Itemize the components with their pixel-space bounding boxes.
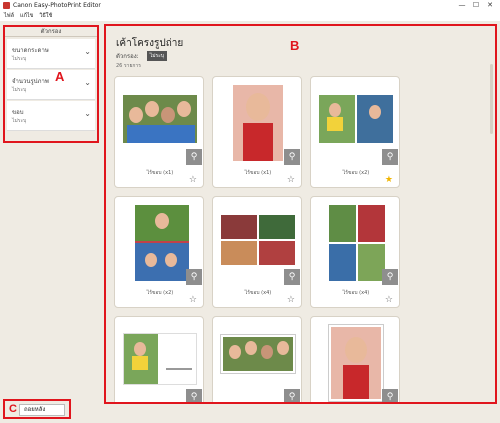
magnifier-icon: ⚲ <box>288 272 296 282</box>
filter-value: ไม่ระบุ <box>12 56 27 62</box>
layout-thumbnail <box>123 333 197 385</box>
menu-file[interactable]: ไฟล์ <box>4 11 14 21</box>
star-icon[interactable]: ★ <box>385 175 393 185</box>
magnifier-icon: ⚲ <box>288 392 296 402</box>
back-button[interactable]: ถอยหลัง <box>19 404 65 416</box>
star-icon[interactable]: ☆ <box>189 175 197 185</box>
layout-card[interactable]: ⚲ ไร้ขอบ (x1) ☆ <box>114 76 204 188</box>
scrollbar[interactable] <box>490 64 493 134</box>
zoom-button[interactable]: ⚲ <box>382 389 398 402</box>
magnifier-icon: ⚲ <box>190 392 198 402</box>
filter-box: ตัวกรอง ขนาดกระดาษ ไม่ระบุ ⌄ จำนวนรูปภาพ… <box>3 25 99 143</box>
magnifier-icon: ⚲ <box>386 152 394 162</box>
magnifier-icon: ⚲ <box>190 152 198 162</box>
filter-value: ไม่ระบุ <box>12 87 27 93</box>
maximize-button[interactable]: ☐ <box>469 0 483 11</box>
layout-thumbnail <box>328 324 384 402</box>
window-title: Canon Easy-PhotoPrint Editor <box>13 2 101 9</box>
layout-card[interactable]: ⚲ <box>114 316 204 402</box>
magnifier-icon: ⚲ <box>288 152 296 162</box>
star-icon[interactable]: ☆ <box>385 295 393 305</box>
back-box: C ถอยหลัง <box>3 399 71 419</box>
menu-edit[interactable]: แก้ไข <box>20 11 33 21</box>
filter-label: จำนวนรูปภาพ <box>12 78 49 85</box>
filter-panel: ตัวกรอง ขนาดกระดาษ ไม่ระบุ ⌄ จำนวนรูปภาพ… <box>0 21 102 423</box>
star-icon[interactable]: ☆ <box>287 295 295 305</box>
magnifier-icon: ⚲ <box>190 272 198 282</box>
close-button[interactable]: ✕ <box>483 0 497 11</box>
layout-thumbnail <box>135 205 189 281</box>
zoom-button[interactable]: ⚲ <box>284 389 300 402</box>
filter-value: ไม่ระบุ <box>12 118 27 124</box>
star-icon[interactable]: ☆ <box>287 175 295 185</box>
item-count: 26 รายการ <box>116 63 141 69</box>
filter-label: ขอบ <box>12 109 24 116</box>
title-bar: Canon Easy-PhotoPrint Editor — ☐ ✕ <box>0 0 500 11</box>
zoom-button[interactable]: ⚲ <box>186 269 202 285</box>
active-filter: ตัวกรอง: ไม่ระบุ <box>116 51 168 61</box>
filter-tag[interactable]: ไม่ระบุ <box>146 51 168 61</box>
marker-a: A <box>55 69 65 84</box>
layout-thumbnail <box>319 95 393 143</box>
layout-card[interactable]: ⚲ ไร้ขอบ (x2) ☆ <box>114 196 204 308</box>
filter-line-label: ตัวกรอง: <box>116 53 139 60</box>
menu-bar: ไฟล์ แก้ไข วิธีใช้ <box>0 11 500 21</box>
zoom-button[interactable]: ⚲ <box>284 269 300 285</box>
magnifier-icon: ⚲ <box>386 392 394 402</box>
zoom-button[interactable]: ⚲ <box>284 149 300 165</box>
chevron-down-icon[interactable]: ⌄ <box>84 109 91 118</box>
zoom-button[interactable]: ⚲ <box>186 149 202 165</box>
chevron-down-icon[interactable]: ⌄ <box>84 78 91 87</box>
filter-paper-size[interactable]: ขนาดกระดาษ ไม่ระบุ ⌄ <box>7 39 95 69</box>
layout-card[interactable]: ⚲ ไร้ขอบ (x1) ☆ <box>212 76 302 188</box>
layout-card[interactable]: ⚲ ไร้ขอบ (x4) ☆ <box>212 196 302 308</box>
filter-border[interactable]: ขอบ ไม่ระบุ ⌄ <box>7 101 95 131</box>
marker-b: B <box>290 38 300 53</box>
app-window: ตัวกรอง ขนาดกระดาษ ไม่ระบุ ⌄ จำนวนรูปภาพ… <box>0 21 500 423</box>
layout-gallery: เค้าโครงรูปถ่าย ตัวกรอง: ไม่ระบุ 26 รายก… <box>104 24 497 404</box>
layout-thumbnail <box>233 85 283 161</box>
marker-c: C <box>9 403 17 415</box>
layout-card[interactable]: ⚲ <box>212 316 302 402</box>
layout-card[interactable]: ⚲ <box>310 316 400 402</box>
layout-card[interactable]: ⚲ ไร้ขอบ (x4) ☆ <box>310 196 400 308</box>
filter-header: ตัวกรอง <box>5 27 97 37</box>
app-icon <box>3 2 10 9</box>
layout-thumbnail <box>123 95 197 143</box>
magnifier-icon: ⚲ <box>386 272 394 282</box>
filter-image-count[interactable]: จำนวนรูปภาพ ไม่ระบุ ⌄ <box>7 70 95 100</box>
star-icon[interactable]: ☆ <box>189 295 197 305</box>
minimize-button[interactable]: — <box>455 0 469 11</box>
menu-help[interactable]: วิธีใช้ <box>39 11 52 21</box>
zoom-button[interactable]: ⚲ <box>382 149 398 165</box>
page-title: เค้าโครงรูปถ่าย <box>116 38 184 49</box>
layout-thumbnail <box>329 205 385 281</box>
zoom-button[interactable]: ⚲ <box>382 269 398 285</box>
layout-thumbnail <box>221 215 295 265</box>
filter-label: ขนาดกระดาษ <box>12 47 49 54</box>
layout-thumbnail <box>220 334 296 374</box>
layout-card[interactable]: ⚲ ไร้ขอบ (x2) ★ <box>310 76 400 188</box>
zoom-button[interactable]: ⚲ <box>186 389 202 402</box>
chevron-down-icon[interactable]: ⌄ <box>84 47 91 56</box>
